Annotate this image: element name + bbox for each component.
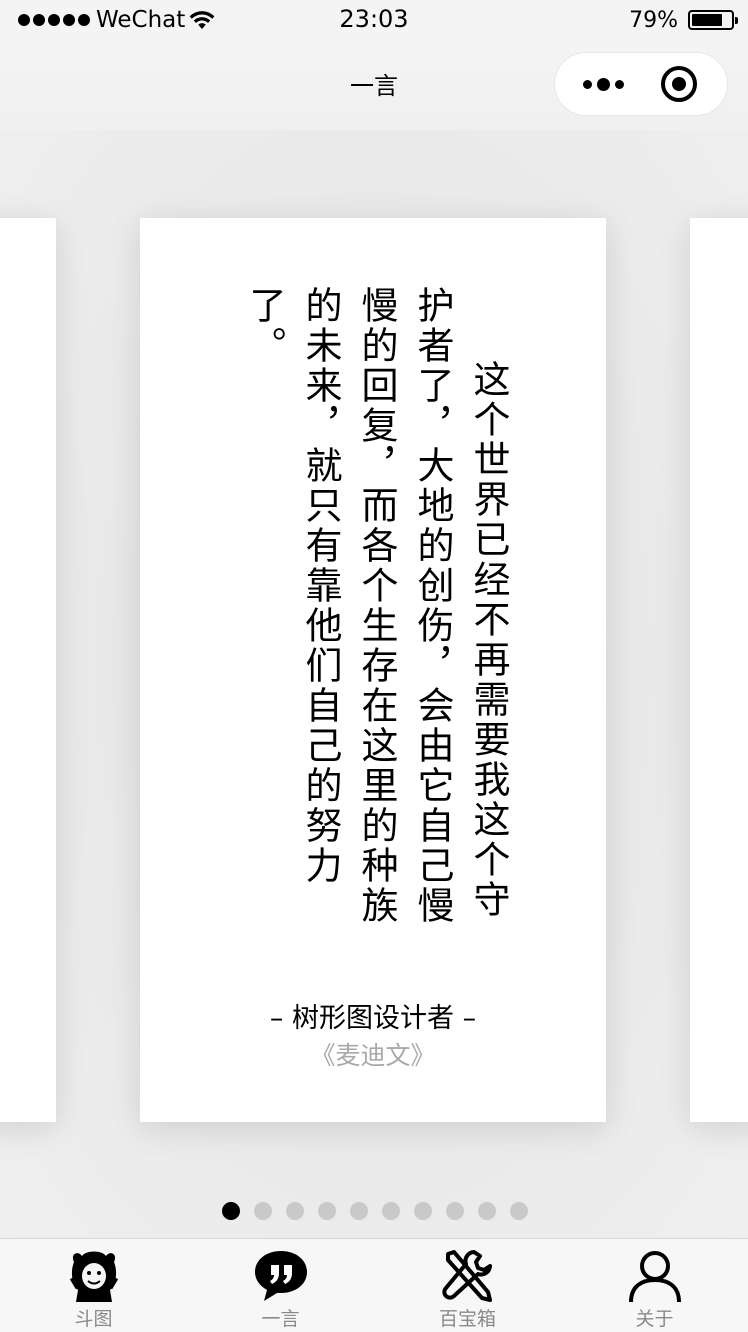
pagination-dot[interactable] [286, 1202, 304, 1220]
quote-author: – 树形图设计者 – [269, 1003, 477, 1034]
person-icon [625, 1246, 685, 1306]
pagination-dot[interactable] [222, 1202, 240, 1220]
pagination-dot[interactable] [478, 1202, 496, 1220]
nav-bar: 一言 [0, 40, 748, 130]
quote-card[interactable]: 这个世界已经不再需要我这个守护者了，大地的创伤，会由它自己慢慢的回复，而各个生存… [140, 218, 606, 1122]
pagination-dot[interactable] [382, 1202, 400, 1220]
quote-text: 这个世界已经不再需要我这个守护者了，大地的创伤，会由它自己慢慢的回复，而各个生存… [243, 286, 510, 926]
tab-guanyu[interactable]: 关于 [561, 1239, 748, 1332]
pagination-dots [222, 1202, 528, 1220]
status-bar: WeChat 23:03 79% [0, 0, 748, 40]
tab-doutu[interactable]: 斗图 [0, 1239, 187, 1332]
tab-baibaoxiang[interactable]: 百宝箱 [374, 1239, 561, 1332]
tools-icon [438, 1246, 498, 1306]
pagination-dot[interactable] [350, 1202, 368, 1220]
tab-label: 斗图 [74, 1308, 113, 1330]
battery-fill [692, 14, 722, 26]
pagination-dot[interactable] [510, 1202, 528, 1220]
status-right: 79% [629, 6, 738, 34]
pagination-dot[interactable] [414, 1202, 432, 1220]
next-quote-card[interactable] [690, 218, 748, 1122]
previous-quote-card[interactable] [0, 218, 56, 1122]
battery-percent: 79% [629, 7, 678, 33]
quote-swiper[interactable]: 这个世界已经不再需要我这个守护者了，大地的创伤，会由它自己慢慢的回复，而各个生存… [0, 130, 748, 1238]
pagination-dot[interactable] [318, 1202, 336, 1220]
meme-face-icon [64, 1246, 124, 1306]
quote-bubble-icon [251, 1246, 311, 1306]
tab-label: 百宝箱 [438, 1308, 496, 1330]
tab-yiyan[interactable]: 一言 [187, 1239, 374, 1332]
battery-icon [688, 10, 738, 30]
pagination-dot[interactable] [446, 1202, 464, 1220]
pagination-dot[interactable] [254, 1202, 272, 1220]
miniprogram-capsule [554, 52, 728, 116]
tab-label: 一言 [261, 1308, 300, 1330]
tab-bar: 斗图 一言 百宝箱 关于 [0, 1238, 748, 1332]
tab-label: 关于 [635, 1308, 674, 1330]
more-icon[interactable] [573, 53, 633, 115]
quote-source: 《麦迪文》 [310, 1041, 436, 1070]
quote-text-vertical: 这个世界已经不再需要我这个守护者了，大地的创伤，会由它自己慢慢的回复，而各个生存… [236, 286, 516, 926]
close-miniprogram-icon[interactable] [659, 64, 699, 104]
